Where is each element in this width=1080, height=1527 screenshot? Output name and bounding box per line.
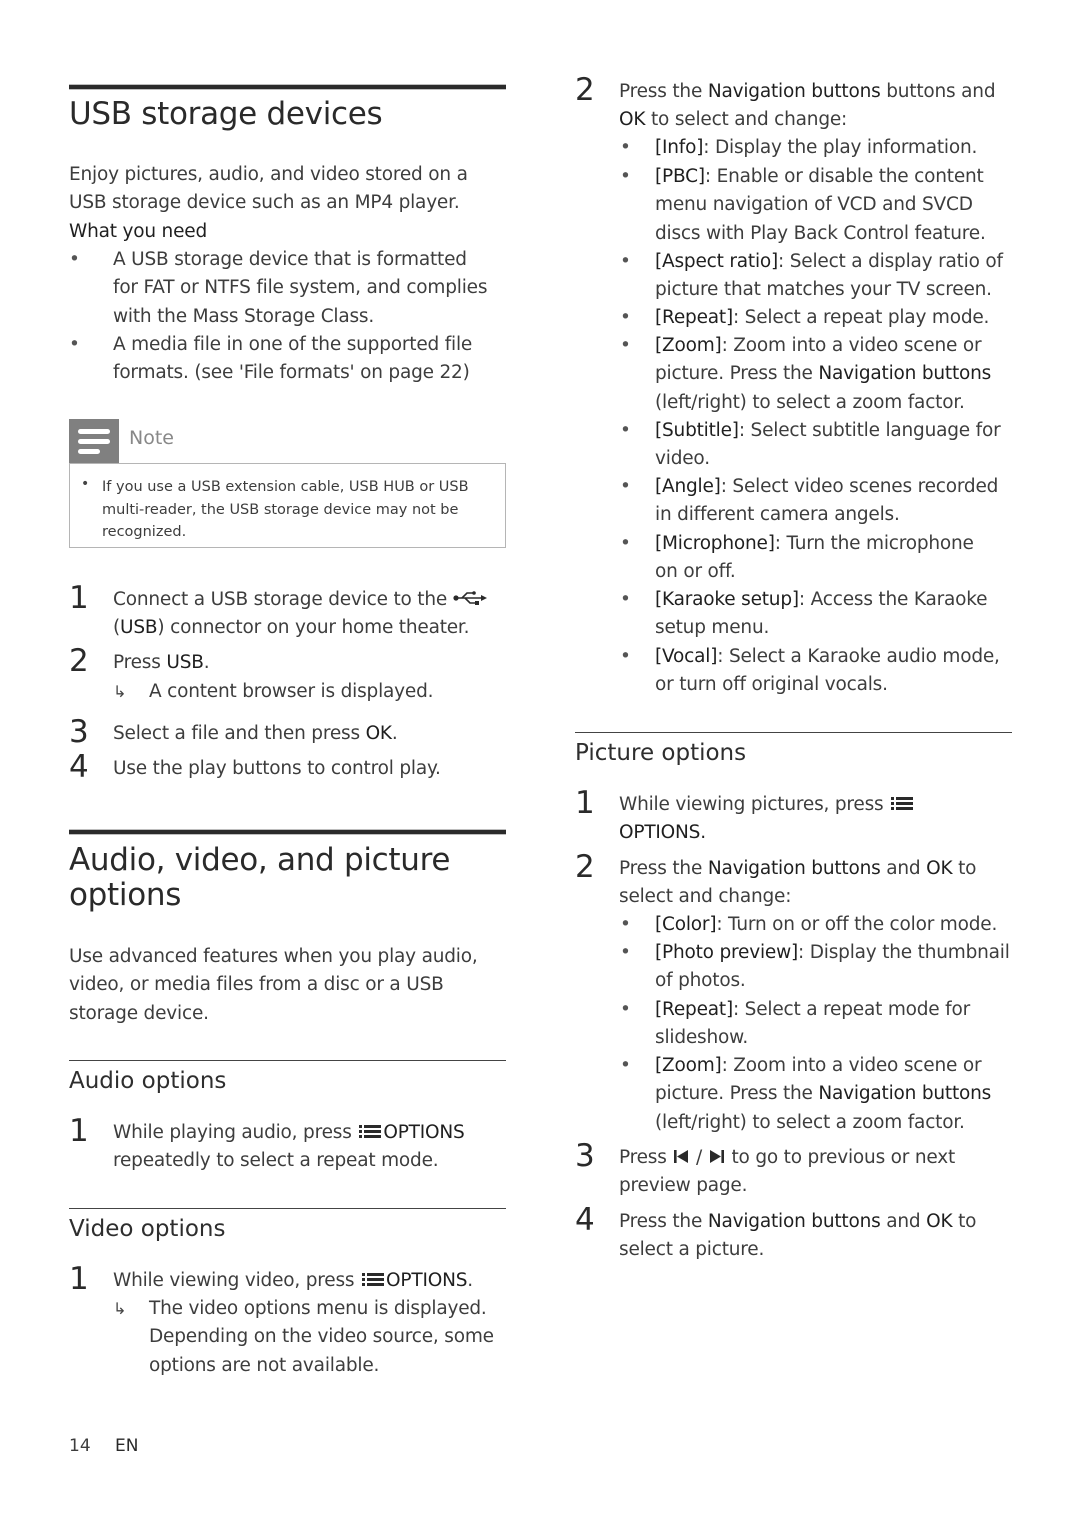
options-icon [891, 795, 914, 811]
usb-intro-line-1: Enjoy pictures, audio, and video stored … [69, 164, 468, 185]
options-section-title-line-1: Audio, video, and picture [69, 842, 451, 878]
note-icon [69, 419, 119, 463]
bullet: • [69, 249, 80, 270]
video-option-pbc: • [PBC]: Enable or disable the content me… [575, 163, 1012, 248]
picture-options-title: Picture options [575, 740, 747, 766]
bullet: • [620, 137, 631, 158]
subsection-rule [575, 732, 1012, 733]
video-options-title: Video options [69, 1216, 226, 1242]
picture-option-repeat: • [Repeat]: Select a repeat mode for slid… [575, 996, 1012, 1053]
bullet: • [81, 476, 90, 492]
video-option-aspect-ratio: • [Aspect ratio]: Select a display ratio… [575, 248, 1012, 305]
bullet: • [620, 420, 631, 441]
bullet: • [620, 335, 631, 356]
usb-step-2: 2 Press USB. [69, 643, 210, 679]
picture-step-3: 3 Press / to go to previous or next prev… [575, 1138, 956, 1197]
usb-step-4: 4 Use the play buttons to control play. [69, 749, 441, 785]
options-icon [362, 1271, 385, 1287]
bullet: • [69, 334, 80, 355]
subsection-rule [69, 1208, 506, 1209]
requirement-item: • A media file in one of the supported f… [69, 331, 506, 388]
bullet: • [620, 166, 631, 187]
usb-section-title: USB storage devices [69, 96, 383, 132]
video-option-karaoke-setup: • [Karaoke setup]: Access the Karaoke set… [575, 586, 1012, 643]
video-step-2: 2 Press the Navigation buttons buttons a… [575, 72, 996, 131]
bullet: • [620, 942, 631, 963]
options-icon [359, 1123, 382, 1139]
bullet: • [620, 476, 631, 497]
video-option-vocal: • [Vocal]: Select a Karaoke audio mode, o… [575, 643, 1012, 700]
audio-step-1: 1 While playing audio, press OPTIONS rep… [69, 1113, 465, 1172]
note-label: Note [129, 427, 174, 449]
picture-step-2: 2 Press the Navigation buttons and OK to… [575, 849, 977, 908]
section-rule [69, 84, 506, 90]
video-option-subtitle: • [Subtitle]: Select subtitle language f… [575, 417, 1012, 474]
bullet: • [620, 914, 631, 935]
picture-step-1: 1 While viewing pictures, press OPTIONS. [575, 785, 1012, 848]
section-rule [69, 829, 506, 835]
bullet: • [620, 533, 631, 554]
picture-option-zoom: • [Zoom]: Zoom into a video scene or pict… [575, 1052, 1012, 1137]
subsection-rule [69, 1060, 506, 1061]
bullet: • [620, 646, 631, 667]
language-code: EN [115, 1436, 139, 1456]
usb-step-1: 1 Connect a USB storage device to the (U… [69, 580, 506, 643]
usb-step-2-result: ↳ A content browser is displayed. [113, 678, 506, 706]
video-step-1: 1 While viewing video, press OPTIONS. [69, 1261, 473, 1297]
page-footer: 14 EN [69, 1436, 138, 1456]
usb-intro-line-2: USB storage device such as an MP4 player… [69, 192, 460, 213]
video-option-zoom: • [Zoom]: Zoom into a video scene or pict… [575, 332, 1012, 417]
previous-icon [674, 1150, 689, 1163]
audio-options-title: Audio options [69, 1068, 227, 1094]
usb-icon [453, 591, 487, 605]
video-option-info: • [Info]: Display the play information. [575, 134, 1012, 162]
bullet: • [620, 1055, 631, 1076]
picture-option-photo-preview: • [Photo preview]: Display the thumbnail… [575, 939, 1012, 996]
video-option-angle: • [Angle]: Select video scenes recorded i… [575, 473, 1012, 530]
bullet: • [620, 307, 631, 328]
note-content: • If you use a USB extension cable, USB … [69, 463, 506, 548]
what-you-need-label: What you need [69, 221, 207, 242]
video-step-1-result: ↳ The video options menu is displayed. D… [113, 1295, 506, 1380]
requirement-item: • A USB storage device that is formatted… [69, 246, 506, 331]
bullet: • [620, 999, 631, 1020]
page-number: 14 [69, 1436, 91, 1456]
options-section-title-line-2: options [69, 877, 182, 913]
usb-step-3: 3 Select a file and then press OK. [69, 714, 398, 750]
next-icon [709, 1150, 724, 1163]
bullet: • [620, 251, 631, 272]
video-option-microphone: • [Microphone]: Turn the microphone on or… [575, 530, 1012, 587]
picture-option-color: • [Color]: Turn on or off the color mode… [575, 911, 1012, 939]
bullet: • [620, 589, 631, 610]
result-arrow-icon: ↳ [113, 1299, 127, 1318]
video-option-repeat: • [Repeat]: Select a repeat play mode. [575, 304, 1012, 332]
options-intro: Use advanced features when you play audi… [69, 946, 478, 1024]
picture-step-4: 4 Press the Navigation buttons and OK to… [575, 1202, 977, 1261]
result-arrow-icon: ↳ [113, 682, 127, 701]
